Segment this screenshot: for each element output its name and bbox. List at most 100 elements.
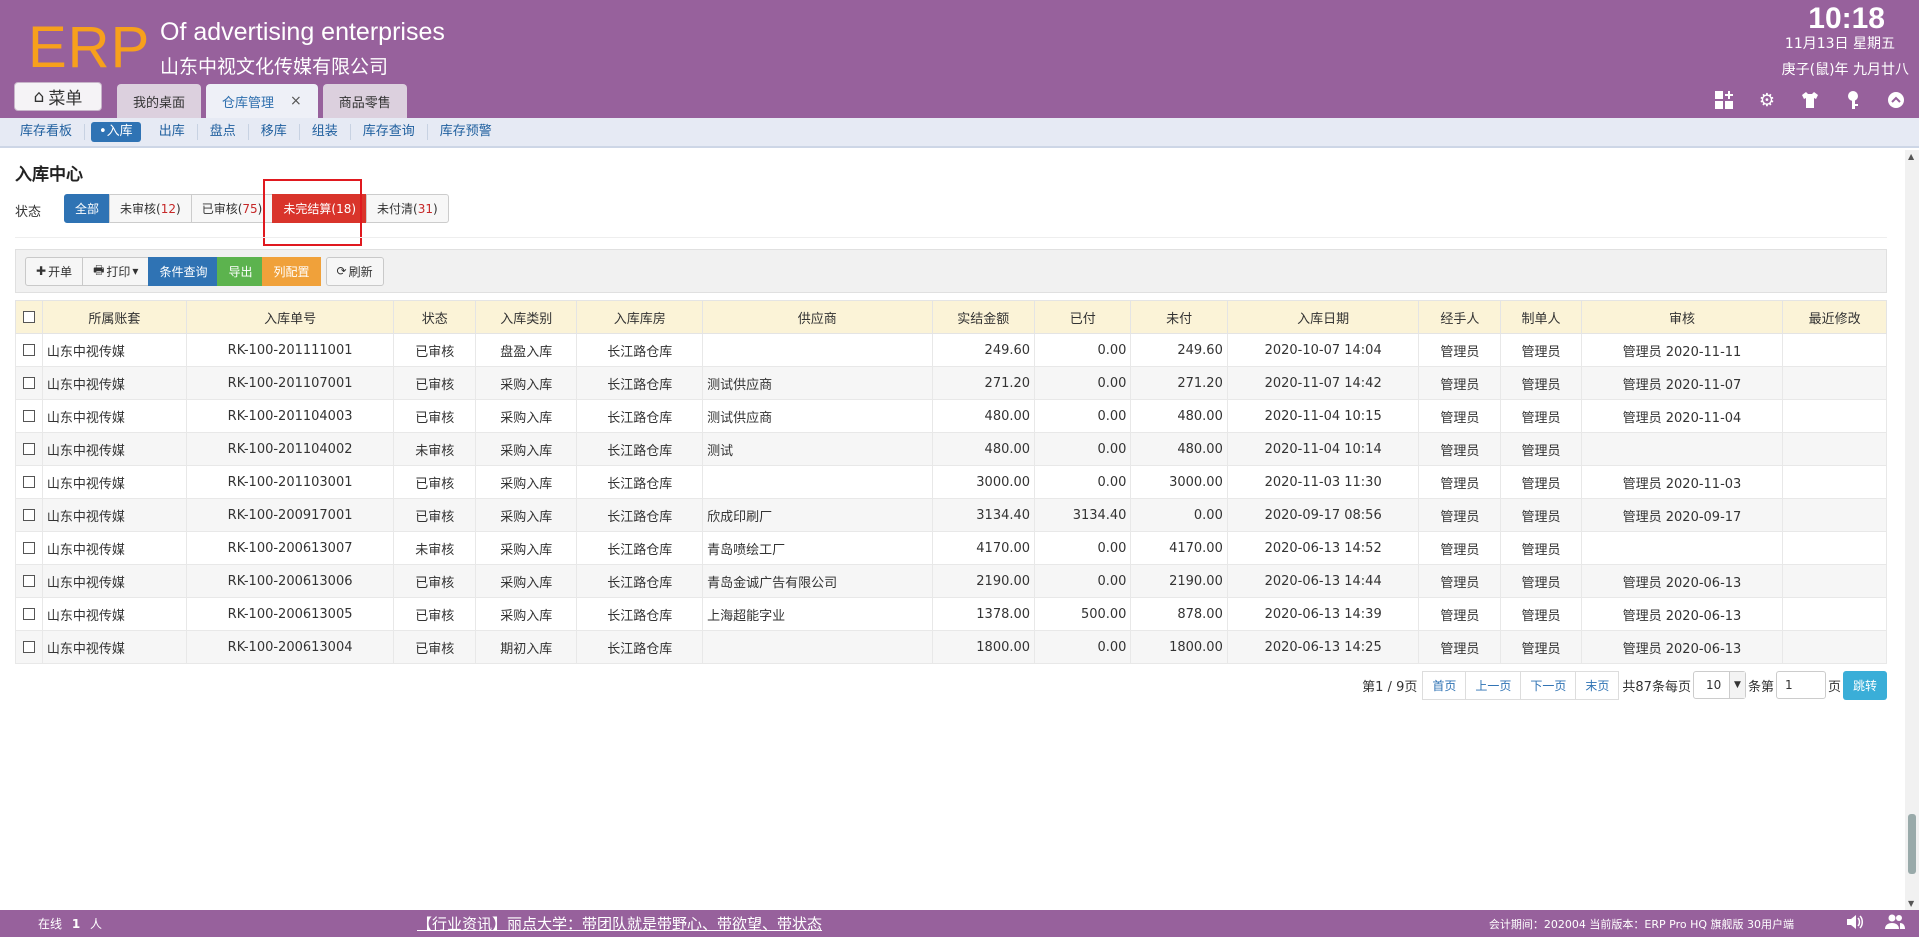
order-number-link[interactable]: RK-100-201107001 [185, 366, 395, 400]
table-row[interactable]: 山东中视传媒 RK-100-201104002 未审核 采购入库 长江路仓库 测试 480.… [15, 432, 1887, 466]
column-header[interactable]: 所属账套 [41, 300, 187, 334]
first-page-button[interactable]: 首页 [1422, 670, 1467, 700]
order-number-link[interactable]: RK-100-200613005 [185, 597, 395, 631]
users-icon[interactable] [1885, 914, 1905, 934]
tab-desktop[interactable]: 我的桌面 [117, 84, 202, 118]
scroll-thumb[interactable] [1908, 814, 1916, 874]
close-icon[interactable]: × [290, 93, 302, 109]
nav-outbound[interactable]: 出库 [147, 124, 198, 140]
table-row[interactable]: 山东中视传媒 RK-100-200917001 已审核 采购入库 长江路仓库 欣成印刷厂 3… [15, 498, 1887, 532]
row-checkbox[interactable] [15, 465, 43, 499]
window-tabs: 我的桌面 仓库管理 × 商品零售 [117, 84, 407, 118]
refresh-button[interactable]: ⟳ 刷新 [325, 256, 384, 286]
company-name-en: Of advertising enterprises [160, 18, 445, 46]
column-header[interactable]: 实结金额 [931, 300, 1036, 334]
column-header[interactable]: 未付 [1130, 300, 1228, 334]
column-header[interactable]: 制单人 [1500, 300, 1582, 334]
action-toolbar: ✚ 开单 🖶 打印 ▾ 条件查询 导出 列配置 ⟳ 刷新 [15, 249, 1887, 293]
cell-paid: 0.00 [1034, 399, 1132, 433]
chevron-up-icon[interactable] [1885, 89, 1907, 111]
status-tab-audited[interactable]: 已审核(75) [190, 194, 274, 223]
row-checkbox[interactable] [15, 498, 43, 532]
column-header[interactable]: 入库单号 [185, 300, 395, 334]
order-number-link[interactable]: RK-100-201103001 [185, 465, 395, 499]
table-row[interactable]: 山东中视传媒 RK-100-200613006 已审核 采购入库 长江路仓库 青岛金诚广告… [15, 564, 1887, 598]
menu-button[interactable]: ⌂ 菜单 [14, 82, 102, 111]
nav-transfer[interactable]: 移库 [249, 124, 300, 140]
column-header[interactable]: 状态 [393, 300, 477, 334]
tab-retail[interactable]: 商品零售 [322, 84, 407, 118]
row-checkbox[interactable] [15, 531, 43, 565]
column-header[interactable]: 已付 [1034, 300, 1132, 334]
page-size-select[interactable]: 10 ▼ [1692, 671, 1746, 699]
order-number-link[interactable]: RK-100-200613007 [185, 531, 395, 565]
shirt-icon[interactable] [1799, 89, 1821, 111]
new-order-button[interactable]: ✚ 开单 [25, 256, 84, 286]
clock-date: 11月13日 星期五 [1784, 36, 1895, 52]
key-icon[interactable] [1842, 89, 1864, 111]
table-row[interactable]: 山东中视传媒 RK-100-201103001 已审核 采购入库 长江路仓库 3000.0… [15, 465, 1887, 499]
column-header[interactable]: 供应商 [702, 300, 933, 334]
gear-icon[interactable]: ⚙ [1756, 89, 1778, 111]
scroll-down-icon[interactable]: ▼ [1908, 899, 1914, 908]
order-number-link[interactable]: RK-100-200613004 [185, 630, 395, 664]
nav-stocktake[interactable]: 盘点 [198, 124, 249, 140]
table-row[interactable]: 山东中视传媒 RK-100-201104003 已审核 采购入库 长江路仓库 测试供应商 4… [15, 399, 1887, 433]
nav-stock-alert[interactable]: 库存预警 [428, 124, 504, 140]
query-button[interactable]: 条件查询 [148, 256, 219, 286]
vertical-scrollbar[interactable]: ▲ ▼ [1905, 150, 1919, 910]
table-row[interactable]: 山东中视传媒 RK-100-200613007 未审核 采购入库 长江路仓库 青岛喷绘工厂… [15, 531, 1887, 565]
print-button[interactable]: 🖶 打印 ▾ [82, 256, 150, 286]
table-row[interactable]: 山东中视传媒 RK-100-201107001 已审核 采购入库 长江路仓库 测试供应商 2… [15, 366, 1887, 400]
last-page-button[interactable]: 末页 [1575, 670, 1620, 700]
nav-stock-query[interactable]: 库存查询 [351, 124, 428, 140]
next-page-button[interactable]: 下一页 [1520, 670, 1577, 700]
cell-unpaid: 3000.00 [1130, 465, 1228, 499]
order-number-link[interactable]: RK-100-201104002 [185, 432, 395, 466]
row-checkbox[interactable] [15, 333, 43, 367]
column-header[interactable]: 入库类别 [475, 300, 578, 334]
refresh-label: 刷新 [348, 264, 373, 279]
cell-handler: 管理员 [1418, 498, 1502, 532]
row-checkbox[interactable] [15, 630, 43, 664]
row-checkbox[interactable] [15, 399, 43, 433]
export-button[interactable]: 导出 [217, 256, 264, 286]
row-checkbox[interactable] [15, 366, 43, 400]
page-number-input[interactable]: 1 [1775, 671, 1826, 699]
row-checkbox[interactable] [15, 432, 43, 466]
scroll-up-icon[interactable]: ▲ [1908, 152, 1914, 161]
status-tab-all[interactable]: 全部 [64, 194, 111, 223]
column-header[interactable]: 最近修改 [1782, 300, 1887, 334]
table-row[interactable]: 山东中视传媒 RK-100-200613004 已审核 期初入库 长江路仓库 1800.0… [15, 630, 1887, 664]
row-checkbox[interactable] [15, 564, 43, 598]
row-checkbox[interactable] [15, 597, 43, 631]
cell-creator: 管理员 [1500, 531, 1582, 565]
grid-icon[interactable] [1713, 89, 1735, 111]
order-number-link[interactable]: RK-100-200613006 [185, 564, 395, 598]
tab-warehouse[interactable]: 仓库管理 × [206, 84, 318, 118]
order-number-link[interactable]: RK-100-201104003 [185, 399, 395, 433]
column-config-button[interactable]: 列配置 [262, 256, 321, 286]
select-all-checkbox[interactable] [15, 300, 43, 334]
column-header[interactable]: 审核 [1580, 300, 1784, 334]
order-number-link[interactable]: RK-100-200917001 [185, 498, 395, 532]
table-row[interactable]: 山东中视传媒 RK-100-201111001 已审核 盘盈入库 长江路仓库 249.60… [15, 333, 1887, 367]
speaker-icon[interactable] [1846, 914, 1864, 934]
cell-creator: 管理员 [1500, 399, 1582, 433]
go-page-button[interactable]: 跳转 [1842, 670, 1887, 700]
cell-unpaid: 271.20 [1130, 366, 1228, 400]
column-header[interactable]: 入库库房 [576, 300, 704, 334]
column-header[interactable]: 经手人 [1418, 300, 1502, 334]
nav-assembly[interactable]: 组装 [300, 124, 351, 140]
order-number-link[interactable]: RK-100-201111001 [185, 333, 395, 367]
table-row[interactable]: 山东中视传媒 RK-100-200613005 已审核 采购入库 长江路仓库 上海超能字业… [15, 597, 1887, 631]
prev-page-button[interactable]: 上一页 [1465, 670, 1522, 700]
status-tab-unaudited[interactable]: 未审核(12) [109, 194, 192, 223]
cell-audit: 管理员 2020-11-03 [1580, 465, 1784, 499]
news-ticker-link[interactable]: 【行业资讯】丽点大学：带团队就是带野心、带欲望、带状态 [417, 913, 822, 934]
column-header[interactable]: 入库日期 [1226, 300, 1420, 334]
status-tab-unpaid[interactable]: 未付清(31) [366, 194, 449, 223]
nav-stock-board[interactable]: 库存看板 [8, 124, 86, 140]
cell-amount: 2190.00 [931, 564, 1036, 598]
nav-inbound[interactable]: •入库 [91, 122, 141, 142]
